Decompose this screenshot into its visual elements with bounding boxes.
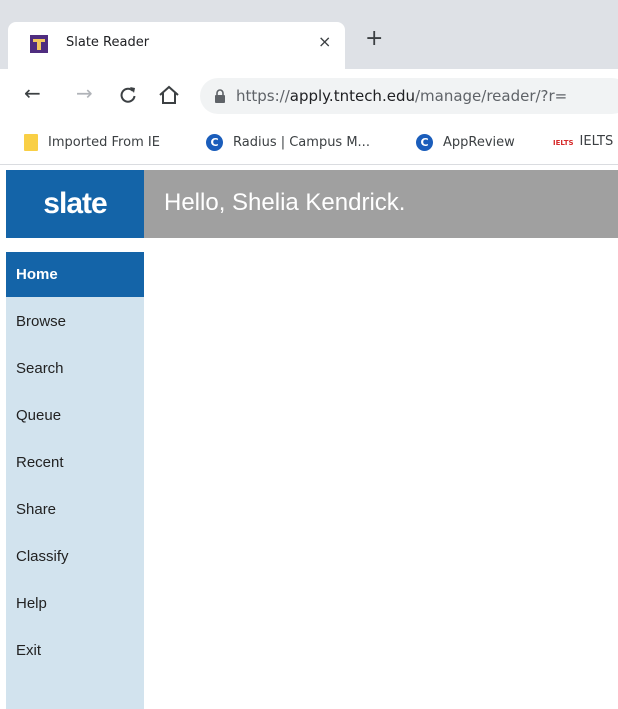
bookmark-radius[interactable]: C Radius | Campus M... [206, 134, 370, 151]
new-tab-icon[interactable]: + [365, 28, 383, 50]
tntech-favicon-icon [30, 35, 48, 53]
bookmark-ielts[interactable]: IELTS IELTS [553, 134, 613, 149]
browser-tab-strip: Slate Reader × + [0, 0, 618, 69]
campus-c-icon: C [206, 134, 223, 151]
forward-arrow-icon[interactable]: → [76, 83, 93, 103]
sidebar-item-share[interactable]: Share [6, 487, 144, 532]
sidebar-item-classify[interactable]: Classify [6, 534, 144, 579]
greeting-text: Hello, Shelia Kendrick. [164, 189, 406, 216]
address-bar[interactable]: https://apply.tntech.edu/manage/reader/?… [200, 78, 618, 114]
browser-tab[interactable]: Slate Reader × [8, 22, 345, 69]
campus-c-icon: C [416, 134, 433, 151]
url-text: https://apply.tntech.edu/manage/reader/?… [236, 87, 568, 105]
bookmarks-bar: Imported From IE C Radius | Campus M... C… [0, 122, 618, 165]
sidebar-item-help[interactable]: Help [6, 581, 144, 626]
sidebar-item-exit[interactable]: Exit [6, 628, 144, 673]
tab-close-icon[interactable]: × [318, 32, 331, 51]
ielts-icon: IELTS [553, 139, 574, 147]
home-icon[interactable] [158, 84, 180, 106]
slate-logo[interactable]: slate [6, 170, 144, 238]
sidebar-item-browse[interactable]: Browse [6, 299, 144, 344]
bookmark-appreview[interactable]: C AppReview [416, 134, 515, 151]
back-arrow-icon[interactable]: ← [24, 83, 41, 103]
reload-icon[interactable] [118, 85, 138, 105]
sidebar-item-queue[interactable]: Queue [6, 393, 144, 438]
browser-toolbar: ← → https://apply.tntech.edu/manage/read… [0, 69, 618, 122]
sidebar-item-home[interactable]: Home [6, 252, 144, 297]
tab-title: Slate Reader [66, 35, 150, 50]
folder-icon [24, 134, 38, 151]
slate-logo-text: slate [43, 187, 107, 220]
sidebar-item-recent[interactable]: Recent [6, 440, 144, 485]
app-header: Hello, Shelia Kendrick. [144, 170, 618, 238]
bookmark-imported-from-ie[interactable]: Imported From IE [24, 134, 160, 151]
sidebar-nav: Home Browse Search Queue Recent Share Cl… [6, 252, 144, 709]
sidebar-item-search[interactable]: Search [6, 346, 144, 391]
lock-icon [215, 89, 225, 103]
main-content [144, 238, 618, 709]
